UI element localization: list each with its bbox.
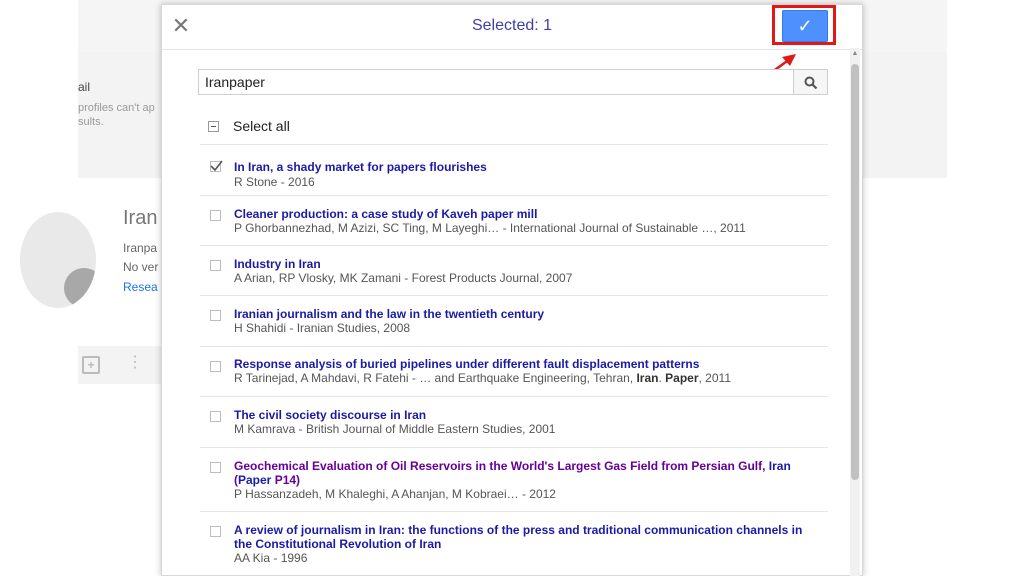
article-title[interactable]: The civil society discourse in Iran: [234, 408, 820, 422]
article-meta: AA Kia - 1996: [234, 551, 308, 565]
list-item: Cleaner production: a case study of Kave…: [200, 195, 828, 245]
article-checkbox[interactable]: [210, 260, 221, 271]
add-articles-dialog: ✕ Selected: 1 ✓ Select all In Iran, a s: [161, 4, 863, 576]
article-title[interactable]: Cleaner production: a case study of Kave…: [234, 207, 820, 221]
article-title[interactable]: Industry in Iran: [234, 257, 820, 271]
article-title[interactable]: A review of journalism in Iran: the func…: [234, 523, 820, 551]
list-item: In Iran, a shady market for papers flour…: [200, 144, 828, 195]
article-title[interactable]: Geochemical Evaluation of Oil Reservoirs…: [234, 459, 820, 487]
profile-affiliation: Iranpa: [123, 241, 158, 255]
scroll-up-icon[interactable]: ▲: [851, 50, 859, 58]
profile-verification: No ver: [123, 260, 159, 274]
dialog-title: Selected: 1: [471, 17, 553, 34]
article-checkbox[interactable]: [210, 526, 221, 537]
background-notice-line: profiles can't ap: [78, 102, 155, 114]
article-checkbox[interactable]: [210, 361, 221, 372]
select-all-checkbox[interactable]: [208, 121, 219, 132]
avatar: [20, 212, 96, 308]
select-all-label: Select all: [233, 118, 290, 134]
list-item: Iranian journalism and the law in the tw…: [200, 295, 828, 346]
list-item: A review of journalism in Iran: the func…: [200, 511, 828, 571]
article-checkbox[interactable]: [210, 210, 221, 221]
more-options-icon[interactable]: ⋮: [127, 355, 143, 371]
dialog-scrollbar-thumb[interactable]: [851, 64, 859, 480]
article-meta: R Stone - 2016: [234, 175, 315, 189]
article-title[interactable]: Response analysis of buried pipelines un…: [234, 357, 820, 371]
article-meta: M Kamrava - British Journal of Middle Ea…: [234, 422, 556, 436]
background-notice-line: sults.: [78, 116, 104, 128]
article-checkbox[interactable]: [210, 310, 221, 321]
list-item: Industry in Iran A Arian, RP Vlosky, MK …: [200, 245, 828, 295]
profile-name: Iran: [123, 207, 158, 229]
search-icon: [804, 76, 818, 90]
checkmark-icon: [210, 160, 223, 171]
article-title[interactable]: In Iran, a shady market for papers flour…: [234, 160, 820, 174]
list-item: The civil society discourse in Iran M Ka…: [200, 396, 828, 447]
dialog-header: ✕ Selected: 1 ✓: [162, 5, 862, 50]
list-item: Response analysis of buried pipelines un…: [200, 346, 828, 396]
article-title[interactable]: Iranian journalism and the law in the tw…: [234, 307, 820, 321]
background-notice-title: ail: [78, 80, 91, 94]
add-article-icon[interactable]: +: [82, 356, 100, 374]
profile-interest-link[interactable]: Resea: [123, 280, 158, 294]
article-meta: H Shahidi - Iranian Studies, 2008: [234, 321, 411, 335]
article-meta: P Hassanzadeh, M Khaleghi, A Ahanjan, M …: [234, 487, 556, 501]
article-meta: P Ghorbannezhad, M Azizi, SC Ting, M Lay…: [234, 221, 746, 235]
article-checkbox[interactable]: [210, 462, 221, 473]
article-meta: R Tarinejad, A Mahdavi, R Fatehi - … and…: [234, 371, 731, 385]
search-button[interactable]: [794, 69, 828, 95]
article-list: In Iran, a shady market for papers flour…: [200, 144, 828, 571]
article-checkbox[interactable]: [210, 411, 221, 422]
article-meta: A Arian, RP Vlosky, MK Zamani - Forest P…: [234, 271, 573, 285]
article-checkbox[interactable]: [210, 160, 223, 172]
search-input[interactable]: [198, 69, 794, 95]
list-item: Geochemical Evaluation of Oil Reservoirs…: [200, 447, 828, 511]
confirm-add-button[interactable]: ✓: [782, 10, 828, 42]
search-bar: [198, 69, 828, 95]
